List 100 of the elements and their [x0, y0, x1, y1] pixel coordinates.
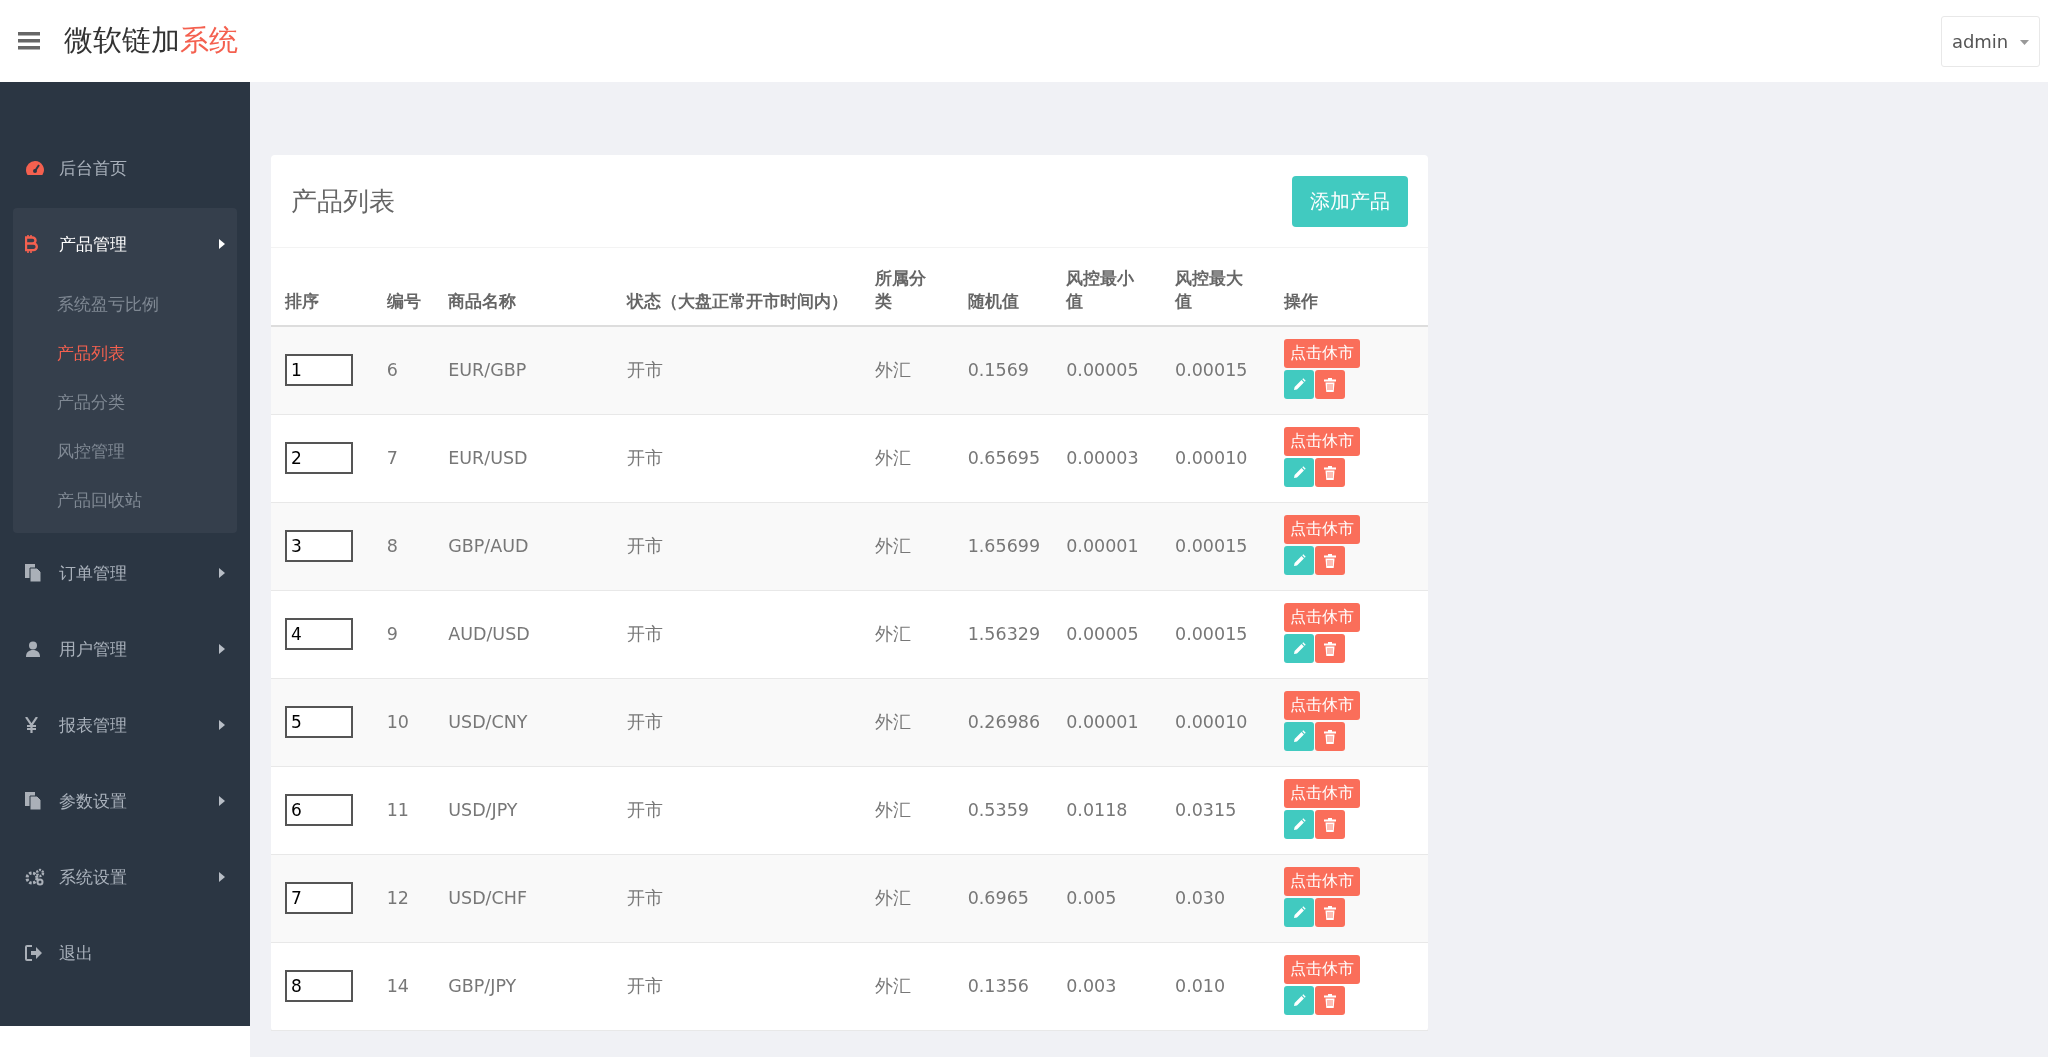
- sidebar-item[interactable]: 后台首页: [13, 132, 237, 204]
- table-cell: GBP/JPY: [448, 976, 517, 996]
- delete-button[interactable]: [1314, 898, 1345, 927]
- table-cell: 外汇: [875, 536, 912, 556]
- table-cell: 0.010: [1175, 976, 1226, 996]
- order-input[interactable]: 3: [285, 530, 353, 562]
- submenu-item[interactable]: 产品列表: [13, 329, 237, 378]
- trash-icon: [1323, 993, 1336, 1008]
- caret-icon: [2020, 40, 2029, 45]
- table-cell: 开市: [626, 536, 663, 556]
- table-cell: 0.0118: [1066, 800, 1128, 820]
- edit-button[interactable]: [1283, 370, 1314, 400]
- delete-button[interactable]: [1314, 810, 1345, 839]
- documents-icon: [25, 792, 41, 810]
- arrow-icon: [219, 568, 225, 578]
- pencil-icon: [1291, 729, 1306, 744]
- delete-button[interactable]: [1314, 458, 1345, 487]
- submenu-item[interactable]: 系统盈亏比例: [13, 280, 237, 329]
- table-cell: 0.00001: [1066, 712, 1139, 732]
- table-cell: EUR/USD: [448, 448, 528, 468]
- table-cell: USD/CNY: [448, 712, 528, 732]
- table-cell: 7: [386, 448, 398, 468]
- table-cell: 0.1569: [967, 360, 1029, 381]
- edit-button[interactable]: [1283, 634, 1314, 663]
- trash-icon: [1323, 377, 1336, 392]
- edit-button[interactable]: [1283, 898, 1314, 927]
- table-cell: 11: [386, 800, 409, 820]
- pencil-icon: [1291, 817, 1306, 832]
- delete-button[interactable]: [1314, 634, 1345, 663]
- delete-button[interactable]: [1314, 986, 1345, 1015]
- delete-button[interactable]: [1314, 370, 1345, 400]
- order-input[interactable]: 2: [285, 442, 353, 474]
- table-cell: GBP/AUD: [448, 536, 529, 556]
- sidebar-item[interactable]: 用户管理: [13, 613, 237, 685]
- menu-icon[interactable]: [18, 32, 40, 50]
- trash-icon: [1323, 553, 1336, 568]
- yen-icon: [25, 717, 38, 733]
- pencil-icon: [1291, 641, 1306, 656]
- pencil-icon: [1291, 465, 1306, 480]
- table-cell: 0.00001: [1066, 536, 1139, 556]
- sidebar-item[interactable]: 参数设置: [13, 765, 237, 837]
- table-cell: 0.5359: [967, 800, 1029, 820]
- table-cell: 开市: [626, 448, 663, 468]
- user-menu[interactable]: admin: [1940, 15, 2040, 67]
- table-cell: 1.56329: [967, 624, 1041, 644]
- edit-button[interactable]: [1283, 810, 1314, 839]
- card-title: 产品列表: [291, 184, 395, 218]
- edit-button[interactable]: [1283, 722, 1314, 751]
- arrow-icon: [219, 872, 225, 882]
- table-cell: 0.6965: [967, 888, 1029, 908]
- trash-icon: [1323, 905, 1336, 920]
- table-cell: 0.65695: [967, 448, 1041, 468]
- table-cell: 12: [386, 888, 409, 908]
- order-input[interactable]: 1: [285, 354, 353, 387]
- table-cell: 9: [386, 624, 398, 644]
- submenu-item[interactable]: 产品分类: [13, 378, 237, 427]
- table-cell: 开市: [626, 888, 663, 908]
- order-input[interactable]: 8: [285, 970, 353, 1002]
- table-cell: 0.00015: [1175, 624, 1248, 644]
- pencil-icon: [1291, 993, 1306, 1008]
- arrow-icon: [219, 239, 225, 249]
- table-cell: 开市: [626, 800, 663, 820]
- order-input[interactable]: 5: [285, 706, 353, 738]
- edit-button[interactable]: [1283, 458, 1314, 487]
- table-cell: 0.00015: [1175, 536, 1248, 556]
- table-cell: 0.030: [1175, 888, 1226, 908]
- order-input[interactable]: 7: [285, 882, 353, 914]
- table-cell: 6: [386, 360, 398, 381]
- table-cell: 0.1356: [967, 976, 1029, 996]
- submenu-item[interactable]: 风控管理: [13, 427, 237, 476]
- edit-button[interactable]: [1283, 986, 1314, 1015]
- table-cell: 外汇: [875, 976, 912, 996]
- arrow-icon: [219, 720, 225, 730]
- bitcoin-icon: [25, 235, 38, 253]
- sidebar-item[interactable]: 系统设置: [13, 841, 237, 913]
- sidebar-item[interactable]: 订单管理: [13, 537, 237, 609]
- sidebar-item[interactable]: 报表管理: [13, 689, 237, 761]
- table-cell: 0.00005: [1066, 624, 1139, 644]
- table-cell: 1.65699: [967, 536, 1041, 556]
- delete-button[interactable]: [1314, 546, 1345, 575]
- order-input[interactable]: 6: [285, 794, 353, 826]
- sidebar-item[interactable]: 退出: [13, 917, 237, 989]
- table-cell: 0.26986: [967, 712, 1041, 732]
- delete-button[interactable]: [1314, 722, 1345, 751]
- table-cell: AUD/USD: [448, 624, 530, 644]
- table-cell: 外汇: [875, 800, 912, 820]
- table-cell: 14: [386, 976, 409, 996]
- user-icon: [25, 641, 41, 657]
- table-cell: 外汇: [875, 624, 912, 644]
- table-cell: 0.0315: [1175, 800, 1237, 820]
- table-cell: EUR/GBP: [448, 360, 527, 381]
- documents-icon: [25, 564, 41, 582]
- table-cell: 0.00010: [1175, 712, 1248, 732]
- table-cell: 0.00005: [1066, 360, 1139, 381]
- edit-button[interactable]: [1283, 546, 1314, 575]
- brand-title: 微软链加系统: [64, 22, 238, 59]
- order-input[interactable]: 4: [285, 618, 353, 650]
- sidebar-item[interactable]: 产品管理: [13, 208, 237, 280]
- submenu-item[interactable]: 产品回收站: [13, 476, 237, 525]
- trash-icon: [1323, 817, 1336, 832]
